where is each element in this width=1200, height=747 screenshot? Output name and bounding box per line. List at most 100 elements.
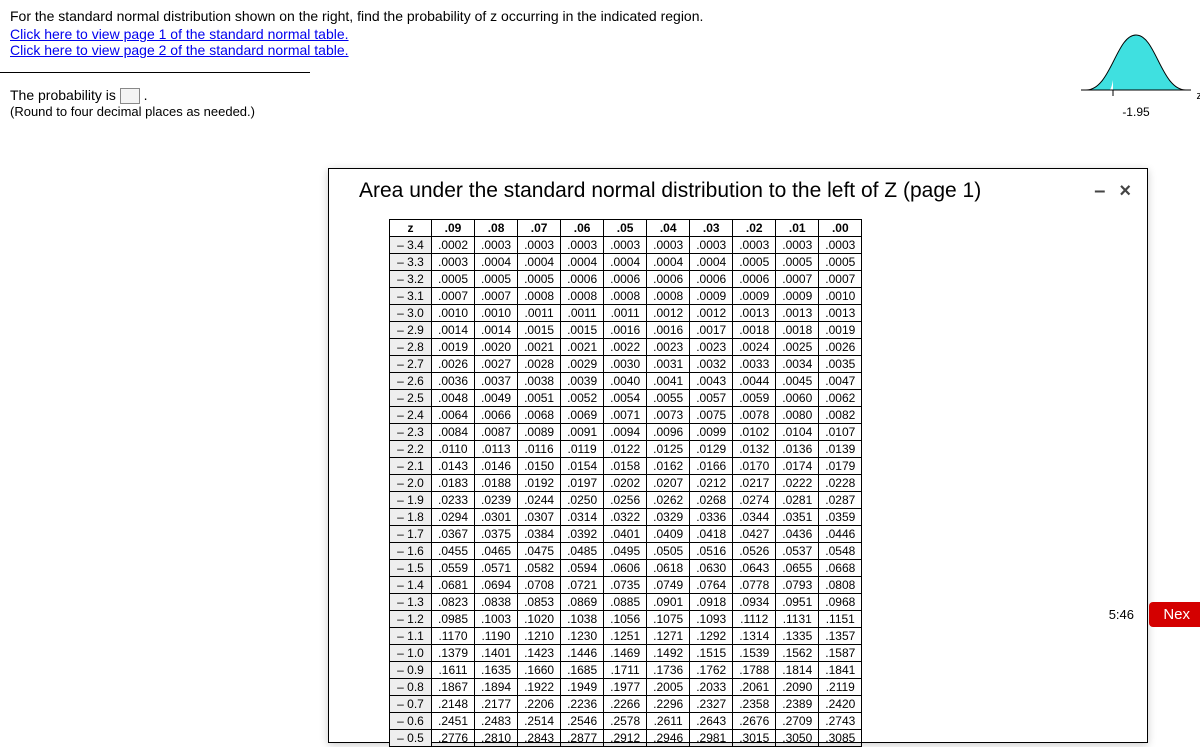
value-cell: .0004 [604,254,647,271]
value-cell: .0606 [604,560,647,577]
minimize-icon[interactable]: – [1094,181,1105,201]
value-cell: .0010 [432,305,475,322]
z-cell: – 2.5 [390,390,432,407]
value-cell: .2483 [475,713,518,730]
value-cell: .0179 [819,458,862,475]
value-cell: .2451 [432,713,475,730]
value-cell: .0033 [733,356,776,373]
normal-curve-figure: z -1.95 [1076,30,1196,119]
value-cell: .2578 [604,713,647,730]
value-cell: .0006 [690,271,733,288]
value-cell: .2877 [561,730,604,747]
value-cell: .1977 [604,679,647,696]
value-cell: .0885 [604,594,647,611]
value-cell: .0003 [475,237,518,254]
z-cell: – 0.7 [390,696,432,713]
value-cell: .0029 [561,356,604,373]
value-cell: .0314 [561,509,604,526]
value-cell: .0014 [475,322,518,339]
value-cell: .0268 [690,492,733,509]
value-cell: .2843 [518,730,561,747]
value-cell: .2709 [776,713,819,730]
table-body: – 3.4.0002.0003.0003.0003.0003.0003.0003… [390,237,862,747]
value-cell: .1587 [819,645,862,662]
value-cell: .2358 [733,696,776,713]
value-cell: .0049 [475,390,518,407]
value-cell: .0060 [776,390,819,407]
value-cell: .0427 [733,526,776,543]
z-cell: – 2.6 [390,373,432,390]
value-cell: .0016 [604,322,647,339]
value-cell: .0004 [647,254,690,271]
value-cell: .0009 [776,288,819,305]
value-cell: .2061 [733,679,776,696]
value-cell: .0125 [647,441,690,458]
value-cell: .0256 [604,492,647,509]
value-cell: .0139 [819,441,862,458]
value-cell: .2033 [690,679,733,696]
value-cell: .0089 [518,424,561,441]
value-cell: .0793 [776,577,819,594]
value-cell: .0351 [776,509,819,526]
value-cell: .1056 [604,611,647,628]
value-cell: .0007 [776,271,819,288]
value-cell: .1515 [690,645,733,662]
value-cell: .0011 [518,305,561,322]
table-row: – 2.3.0084.0087.0089.0091.0094.0096.0099… [390,424,862,441]
value-cell: .1093 [690,611,733,628]
value-cell: .0073 [647,407,690,424]
z-cell: – 3.3 [390,254,432,271]
value-cell: .0170 [733,458,776,475]
value-cell: .0043 [690,373,733,390]
z-cell: – 2.3 [390,424,432,441]
value-cell: .0045 [776,373,819,390]
value-cell: .1151 [819,611,862,628]
modal-header: Area under the standard normal distribut… [329,169,1147,209]
value-cell: .0096 [647,424,690,441]
z-cell: – 0.5 [390,730,432,747]
value-cell: .0465 [475,543,518,560]
value-cell: .0188 [475,475,518,492]
value-cell: .0008 [604,288,647,305]
value-cell: .1660 [518,662,561,679]
question-block: For the standard normal distribution sho… [0,0,1200,62]
z-header: z [390,220,432,237]
table-row: – 2.0.0183.0188.0192.0197.0202.0207.0212… [390,475,862,492]
z-cell: – 2.0 [390,475,432,492]
value-cell: .0020 [475,339,518,356]
table-page2-link[interactable]: Click here to view page 2 of the standar… [10,42,1190,58]
value-cell: .0116 [518,441,561,458]
value-cell: .0071 [604,407,647,424]
modal-title: Area under the standard normal distribut… [359,179,981,203]
value-cell: .0668 [819,560,862,577]
value-cell: .0392 [561,526,604,543]
value-cell: .0055 [647,390,690,407]
answer-area: The probability is . (Round to four deci… [0,87,1200,119]
value-cell: .3015 [733,730,776,747]
answer-input[interactable] [120,88,140,104]
close-icon[interactable]: × [1119,181,1131,201]
value-cell: .2090 [776,679,819,696]
table-row: – 2.2.0110.0113.0116.0119.0122.0125.0129… [390,441,862,458]
z-cell: – 3.4 [390,237,432,254]
table-page1-link[interactable]: Click here to view page 1 of the standar… [10,26,1190,42]
value-cell: .0869 [561,594,604,611]
value-cell: .0233 [432,492,475,509]
value-cell: .0336 [690,509,733,526]
value-cell: .0003 [819,237,862,254]
value-cell: .0007 [432,288,475,305]
value-cell: .0084 [432,424,475,441]
table-row: – 0.8.1867.1894.1922.1949.1977.2005.2033… [390,679,862,696]
next-button[interactable]: Nex [1149,602,1200,627]
value-cell: .0003 [776,237,819,254]
value-cell: .0008 [647,288,690,305]
value-cell: .0013 [776,305,819,322]
value-cell: .0034 [776,356,819,373]
value-cell: .0571 [475,560,518,577]
value-cell: .0003 [690,237,733,254]
value-cell: .0301 [475,509,518,526]
value-cell: .0985 [432,611,475,628]
value-cell: .0294 [432,509,475,526]
value-cell: .0559 [432,560,475,577]
table-row: – 3.3.0003.0004.0004.0004.0004.0004.0004… [390,254,862,271]
